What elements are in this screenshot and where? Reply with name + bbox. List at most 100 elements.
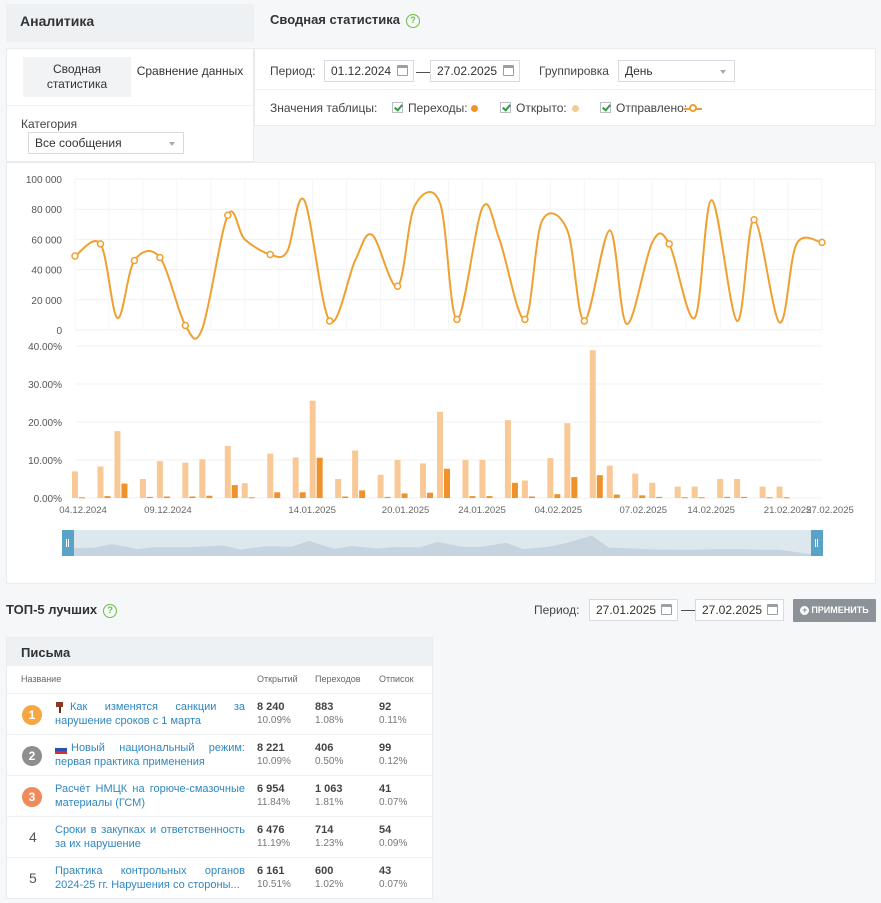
opened-bar[interactable] <box>156 461 163 498</box>
clicks-bar[interactable] <box>342 496 349 498</box>
clicks-bar[interactable] <box>299 492 306 498</box>
calendar-icon[interactable] <box>503 65 514 76</box>
clicks-bar[interactable] <box>656 496 663 498</box>
opened-bar[interactable] <box>734 479 741 498</box>
opened-bar[interactable] <box>691 486 698 498</box>
clicks-bar[interactable] <box>469 496 476 498</box>
letter-title-link[interactable]: Сроки в закупках и ответственность за их… <box>55 823 245 851</box>
opened-bar[interactable] <box>649 482 656 498</box>
sent-data-point[interactable] <box>453 315 461 324</box>
clicks-bar[interactable] <box>766 497 773 499</box>
sent-data-point[interactable] <box>521 315 529 324</box>
clicks-bar[interactable] <box>613 494 620 498</box>
clicks-bar[interactable] <box>554 494 561 498</box>
sent-data-point[interactable] <box>96 240 105 248</box>
clicks-bar[interactable] <box>444 468 451 498</box>
opened-bar[interactable] <box>377 474 384 498</box>
opened-bar[interactable] <box>335 479 342 498</box>
opened-bar[interactable] <box>632 473 639 498</box>
opened-checkbox[interactable] <box>500 102 511 113</box>
clicks-bar[interactable] <box>486 496 493 498</box>
opened-bar[interactable] <box>504 420 511 498</box>
sent-data-point[interactable] <box>393 282 402 290</box>
top5-date-from-input[interactable]: 27.01.2025 <box>589 599 678 621</box>
opened-bar[interactable] <box>717 479 724 498</box>
opened-bar[interactable] <box>114 431 121 498</box>
letter-title-link[interactable]: Расчёт НМЦК на горюче-смазочные материал… <box>55 782 245 810</box>
opened-bar[interactable] <box>292 457 299 498</box>
opened-bar[interactable] <box>547 458 554 498</box>
opened-bar[interactable] <box>352 450 359 499</box>
opened-bar[interactable] <box>309 400 316 498</box>
calendar-icon[interactable] <box>661 604 672 615</box>
clicks-checkbox[interactable] <box>392 102 403 113</box>
tab-data-comparison[interactable]: Сравнение данных <box>131 57 249 97</box>
clicks-bar[interactable] <box>121 483 128 498</box>
opened-bar[interactable] <box>564 423 571 498</box>
clicks-bar[interactable] <box>401 493 408 498</box>
date-to-input[interactable]: 27.02.2025 <box>430 60 520 82</box>
opened-bar[interactable] <box>224 445 231 498</box>
opened-bar[interactable] <box>199 459 206 498</box>
opened-bar[interactable] <box>776 486 783 498</box>
sent-data-point[interactable] <box>156 253 164 262</box>
opened-bar[interactable] <box>606 465 613 498</box>
clicks-bar[interactable] <box>528 496 535 498</box>
letter-title-link[interactable]: Новый национальный режим: первая практик… <box>55 741 245 769</box>
clicks-bar[interactable] <box>163 496 170 498</box>
sent-data-point[interactable] <box>325 317 334 325</box>
opened-bar[interactable] <box>521 480 528 498</box>
opened-bar[interactable] <box>479 460 486 498</box>
letter-title-link[interactable]: Как изменятся санкции за нарушение сроко… <box>55 700 245 728</box>
clicks-bar[interactable] <box>104 496 111 498</box>
help-icon[interactable]: ? <box>406 13 421 28</box>
clicks-bar[interactable] <box>724 496 731 498</box>
tab-summary-stats[interactable]: Сводная статистика <box>23 57 131 97</box>
apply-button[interactable]: + ПРИМЕНИТЬ <box>793 599 876 622</box>
clicks-bar[interactable] <box>274 492 281 498</box>
clicks-bar[interactable] <box>206 495 213 498</box>
category-select[interactable]: Все сообщения <box>28 132 184 154</box>
help-icon[interactable]: ? <box>103 603 118 618</box>
clicks-bar[interactable] <box>231 485 238 498</box>
grouping-select[interactable]: День <box>618 60 735 82</box>
date-from-input[interactable]: 01.12.2024 <box>324 60 414 82</box>
opened-bar[interactable] <box>182 462 189 498</box>
clicks-bar[interactable] <box>359 490 366 498</box>
opened-bar[interactable] <box>139 479 146 498</box>
opened-bar[interactable] <box>437 411 444 498</box>
sent-data-point[interactable] <box>130 256 139 265</box>
sent-checkbox[interactable] <box>600 102 611 113</box>
opened-bar[interactable] <box>420 463 427 498</box>
clicks-bar[interactable] <box>741 496 748 498</box>
sent-data-point[interactable] <box>818 238 826 247</box>
clicks-bar[interactable] <box>316 457 323 498</box>
sent-data-point[interactable] <box>665 240 673 248</box>
sent-data-point[interactable] <box>71 252 79 260</box>
clicks-bar[interactable] <box>427 492 434 498</box>
clicks-bar[interactable] <box>79 497 85 499</box>
clicks-bar[interactable] <box>681 497 688 499</box>
opened-bar[interactable] <box>394 460 401 498</box>
clicks-bar[interactable] <box>698 497 705 499</box>
sent-data-point[interactable] <box>224 211 232 219</box>
clicks-bar[interactable] <box>783 497 790 499</box>
clicks-bar[interactable] <box>571 477 578 498</box>
sent-data-point[interactable] <box>580 317 589 325</box>
opened-bar[interactable] <box>462 460 469 498</box>
clicks-bar[interactable] <box>248 497 255 499</box>
opened-bar[interactable] <box>674 486 681 498</box>
sent-data-point[interactable] <box>266 250 274 259</box>
sent-data-point[interactable] <box>181 321 190 330</box>
clicks-bar[interactable] <box>146 496 153 498</box>
clicks-bar[interactable] <box>189 496 196 498</box>
clicks-bar[interactable] <box>639 495 646 498</box>
opened-bar[interactable] <box>241 483 248 498</box>
top5-date-to-input[interactable]: 27.02.2025 <box>695 599 784 621</box>
opened-bar[interactable] <box>97 466 104 498</box>
calendar-icon[interactable] <box>767 604 778 615</box>
opened-bar[interactable] <box>267 453 274 498</box>
calendar-icon[interactable] <box>397 65 408 76</box>
opened-bar[interactable] <box>72 471 78 498</box>
letter-title-link[interactable]: Практика контрольных органов 2024-25 гг.… <box>55 864 245 892</box>
